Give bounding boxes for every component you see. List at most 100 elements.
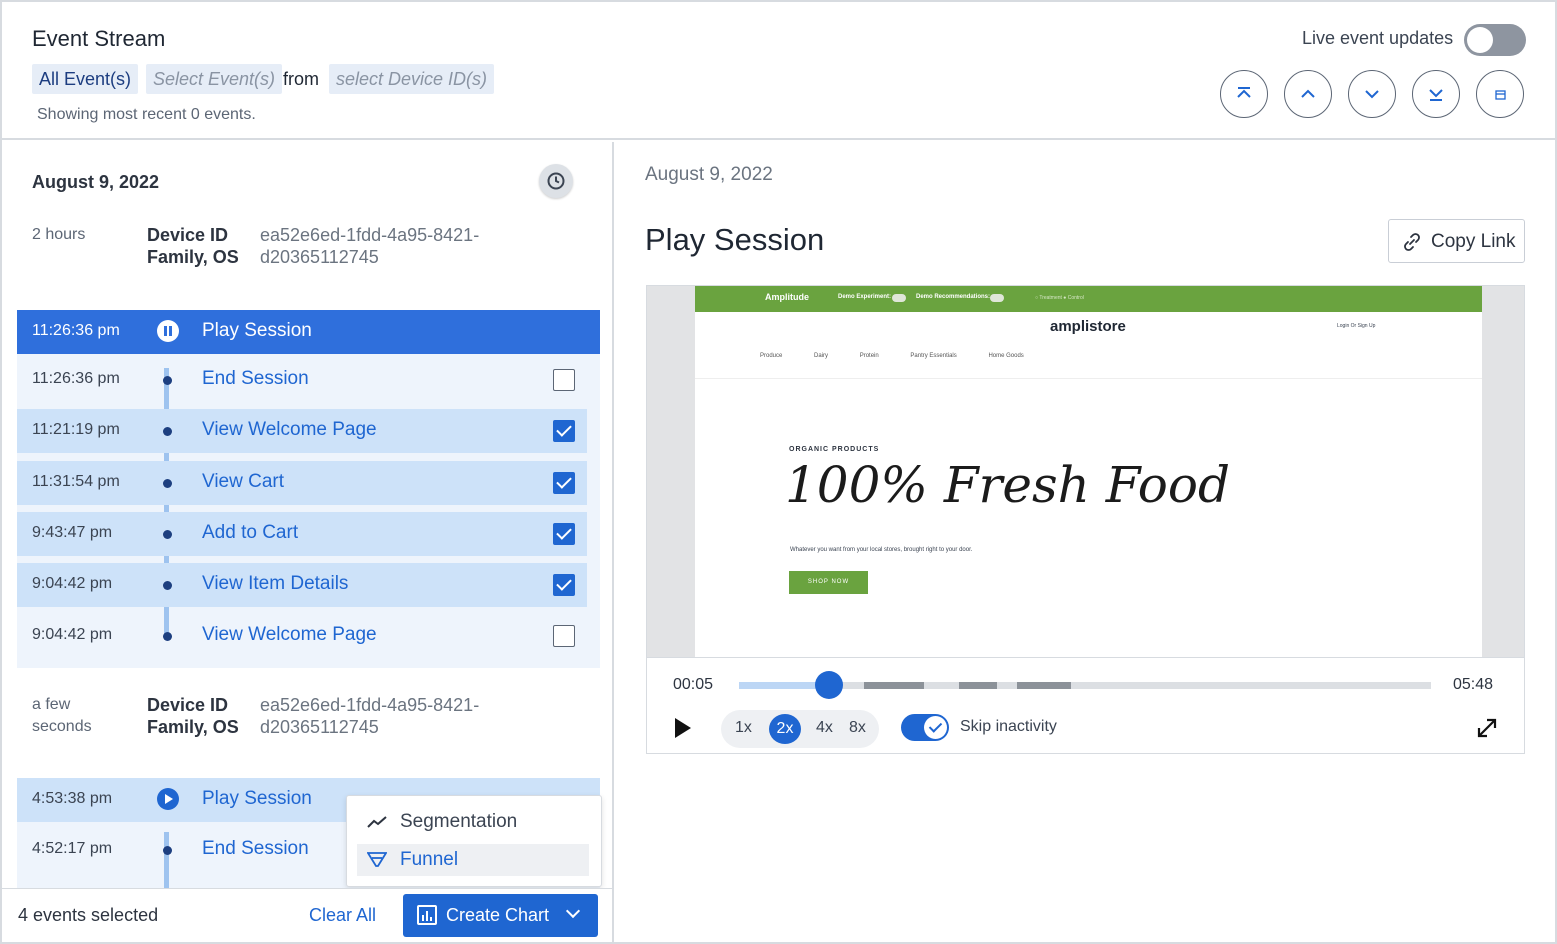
- select-events-filter[interactable]: Select Event(s): [146, 64, 283, 94]
- live-updates-label: Live event updates: [1302, 28, 1454, 48]
- replay-viewport[interactable]: Amplitude Demo Experiment: Demo Recommen…: [647, 286, 1524, 657]
- store-login-link: Login Or Sign Up: [1337, 323, 1376, 329]
- event-checkbox[interactable]: [553, 420, 575, 442]
- timeline-dot: [163, 376, 172, 385]
- chevron-down-icon: [565, 903, 581, 919]
- inactivity-segment: [1017, 682, 1071, 689]
- scroll-up-button[interactable]: [1284, 70, 1332, 118]
- chevron-down-icon: [1365, 90, 1379, 99]
- inactivity-segment: [864, 682, 924, 689]
- event-name[interactable]: Play Session: [202, 320, 312, 342]
- jump-to-top-button[interactable]: [1220, 70, 1268, 118]
- device-id-filter[interactable]: select Device ID(s): [329, 64, 495, 94]
- play-icon[interactable]: [157, 788, 179, 810]
- detail-date: August 9, 2022: [645, 164, 773, 185]
- showing-count-text: Showing most recent 0 events.: [37, 106, 256, 123]
- event-name[interactable]: Play Session: [202, 788, 312, 810]
- date-picker-button[interactable]: [1476, 70, 1524, 118]
- event-list-panel: August 9, 2022 2 hours Device ID Family,…: [2, 142, 614, 942]
- clear-all-button[interactable]: Clear All: [309, 905, 376, 926]
- history-button[interactable]: [539, 164, 573, 198]
- live-updates-toggle[interactable]: [1464, 24, 1526, 56]
- event-name[interactable]: View Welcome Page: [202, 419, 377, 441]
- timeline-dot: [163, 581, 172, 590]
- selection-bar: 4 events selected Clear All Create Chart: [2, 888, 612, 942]
- event-time: 11:31:54 pm: [32, 473, 120, 490]
- end-time: 05:48: [1453, 676, 1494, 693]
- event-stream-header: Event Stream All Event(s) Select Event(s…: [2, 2, 1555, 140]
- chart-type-menu: Segmentation Funnel: [346, 795, 602, 887]
- timeline-dot: [163, 530, 172, 539]
- event-name[interactable]: View Cart: [202, 471, 284, 493]
- pause-icon[interactable]: [157, 320, 179, 342]
- all-events-filter[interactable]: All Event(s): [32, 64, 139, 94]
- page-title: Event Stream: [32, 26, 166, 51]
- device-id-label: Device ID Family, OS: [147, 225, 239, 267]
- event-row[interactable]: 11:26:36 pm Play Session: [17, 310, 600, 354]
- demo-recommendations-label: Demo Recommendations:: [916, 294, 991, 300]
- event-row[interactable]: 11:21:19 pm View Welcome Page: [17, 409, 587, 453]
- event-time: 9:43:47 pm: [32, 524, 113, 541]
- play-icon[interactable]: [675, 718, 691, 738]
- jump-to-bottom-button[interactable]: [1412, 70, 1460, 118]
- event-checkbox[interactable]: [553, 574, 575, 596]
- create-chart-button[interactable]: Create Chart: [403, 894, 598, 937]
- event-row[interactable]: 11:26:36 pm End Session: [17, 358, 587, 402]
- store-nav-item: Protein: [859, 353, 879, 359]
- hero-eyebrow: ORGANIC PRODUCTS: [789, 446, 880, 453]
- timeline-dot: [163, 846, 172, 855]
- timeline-dot: [163, 427, 172, 436]
- store-nav-item: Dairy: [814, 353, 829, 359]
- event-checkbox[interactable]: [553, 523, 575, 545]
- speed-4x[interactable]: 4x: [816, 719, 833, 737]
- detail-title: Play Session: [645, 222, 825, 257]
- jump-to-bottom-icon: [1429, 89, 1443, 101]
- event-checkbox[interactable]: [553, 625, 575, 647]
- event-name[interactable]: Add to Cart: [202, 522, 298, 544]
- copy-link-button[interactable]: Copy Link: [1388, 219, 1525, 263]
- inactivity-segment: [959, 682, 997, 689]
- menu-item-segmentation[interactable]: Segmentation: [357, 806, 589, 838]
- event-row[interactable]: 9:04:42 pm View Item Details: [17, 563, 587, 607]
- skip-inactivity-toggle[interactable]: [901, 714, 949, 741]
- hero-subtext: Whatever you want from your local stores…: [790, 547, 973, 553]
- player-controls: 00:05 05:48 1x 2x 4x 8x Skip inactivity: [647, 657, 1524, 753]
- shop-now-button: SHOP NOW: [789, 571, 868, 594]
- event-name[interactable]: View Item Details: [202, 573, 348, 595]
- event-time: 4:53:38 pm: [32, 790, 113, 807]
- event-name[interactable]: End Session: [202, 838, 309, 860]
- session-ago: 2 hours: [32, 226, 86, 243]
- event-time: 11:26:36 pm: [32, 370, 120, 387]
- speed-8x[interactable]: 8x: [849, 719, 866, 737]
- event-checkbox[interactable]: [553, 472, 575, 494]
- event-time: 11:21:19 pm: [32, 421, 120, 438]
- scroll-down-button[interactable]: [1348, 70, 1396, 118]
- store-nav-item: Home Goods: [988, 353, 1024, 359]
- toggle-knob: [924, 716, 947, 739]
- menu-item-label: Segmentation: [400, 811, 518, 832]
- device-id-label: Device ID Family, OS: [147, 695, 239, 737]
- event-row[interactable]: 11:31:54 pm View Cart: [17, 461, 587, 505]
- calendar-icon: [1495, 90, 1506, 100]
- seek-handle[interactable]: [814, 671, 843, 699]
- skip-inactivity-label: Skip inactivity: [960, 718, 1057, 735]
- bar-chart-icon: [417, 905, 437, 925]
- replayed-website: Amplitude Demo Experiment: Demo Recommen…: [695, 286, 1482, 657]
- chevron-up-icon: [1301, 89, 1315, 98]
- toggle-knob: [1467, 27, 1493, 53]
- fullscreen-icon[interactable]: [1475, 716, 1499, 740]
- store-nav: Produce Dairy Protein Pantry Essentials …: [760, 353, 1054, 359]
- device-id-value: ea52e6ed-1fdd-4a95-8421-d20365112745: [260, 695, 480, 737]
- from-label: from: [283, 69, 319, 89]
- speed-1x[interactable]: 1x: [735, 719, 752, 737]
- event-name[interactable]: End Session: [202, 368, 309, 390]
- event-row[interactable]: 9:43:47 pm Add to Cart: [17, 512, 587, 556]
- site-brand: Amplitude: [765, 292, 809, 302]
- menu-item-funnel[interactable]: Funnel: [357, 844, 589, 876]
- timeline-dot: [163, 479, 172, 488]
- event-checkbox[interactable]: [553, 369, 575, 391]
- store-name: amplistore: [1050, 318, 1126, 335]
- event-name[interactable]: View Welcome Page: [202, 624, 377, 646]
- event-row[interactable]: 9:04:42 pm View Welcome Page: [17, 614, 587, 658]
- speed-2x[interactable]: 2x: [769, 714, 801, 744]
